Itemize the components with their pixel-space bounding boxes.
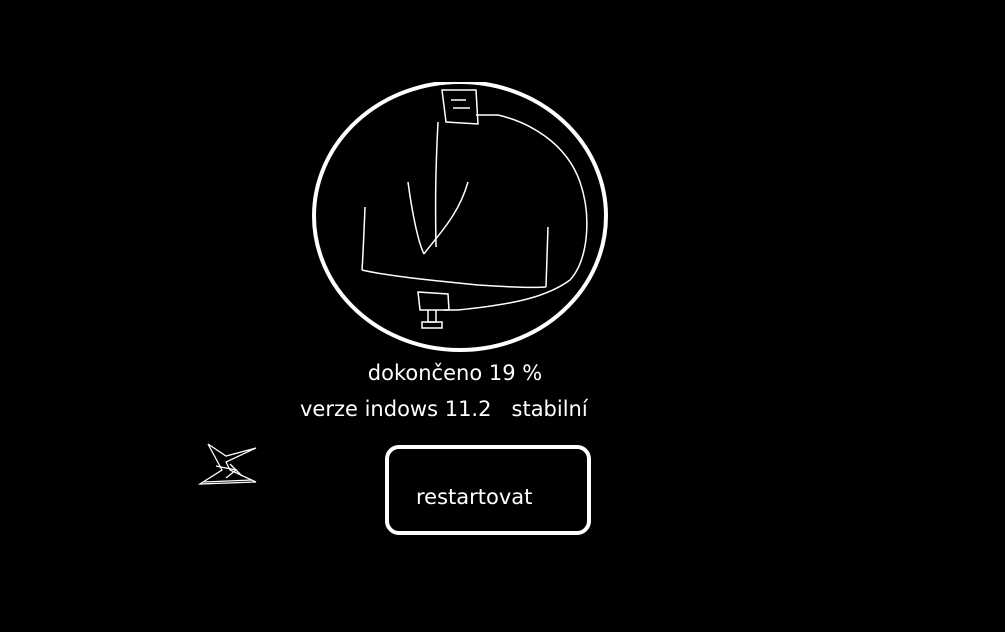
version-name: verze indows 11.2 [300, 397, 492, 421]
update-clock-icon [312, 82, 608, 352]
progress-status-text: dokončeno 19 % [367, 361, 543, 385]
restart-button[interactable]: restartovat [385, 445, 591, 535]
update-screen: dokončeno 19 % verze indows 11.2 stabiln… [0, 0, 1005, 632]
restart-button-label: restartovat [416, 485, 533, 509]
version-channel: stabilní [511, 397, 588, 421]
windows-scribble-logo-icon [197, 443, 257, 485]
version-info: verze indows 11.2 stabilní [300, 394, 620, 424]
